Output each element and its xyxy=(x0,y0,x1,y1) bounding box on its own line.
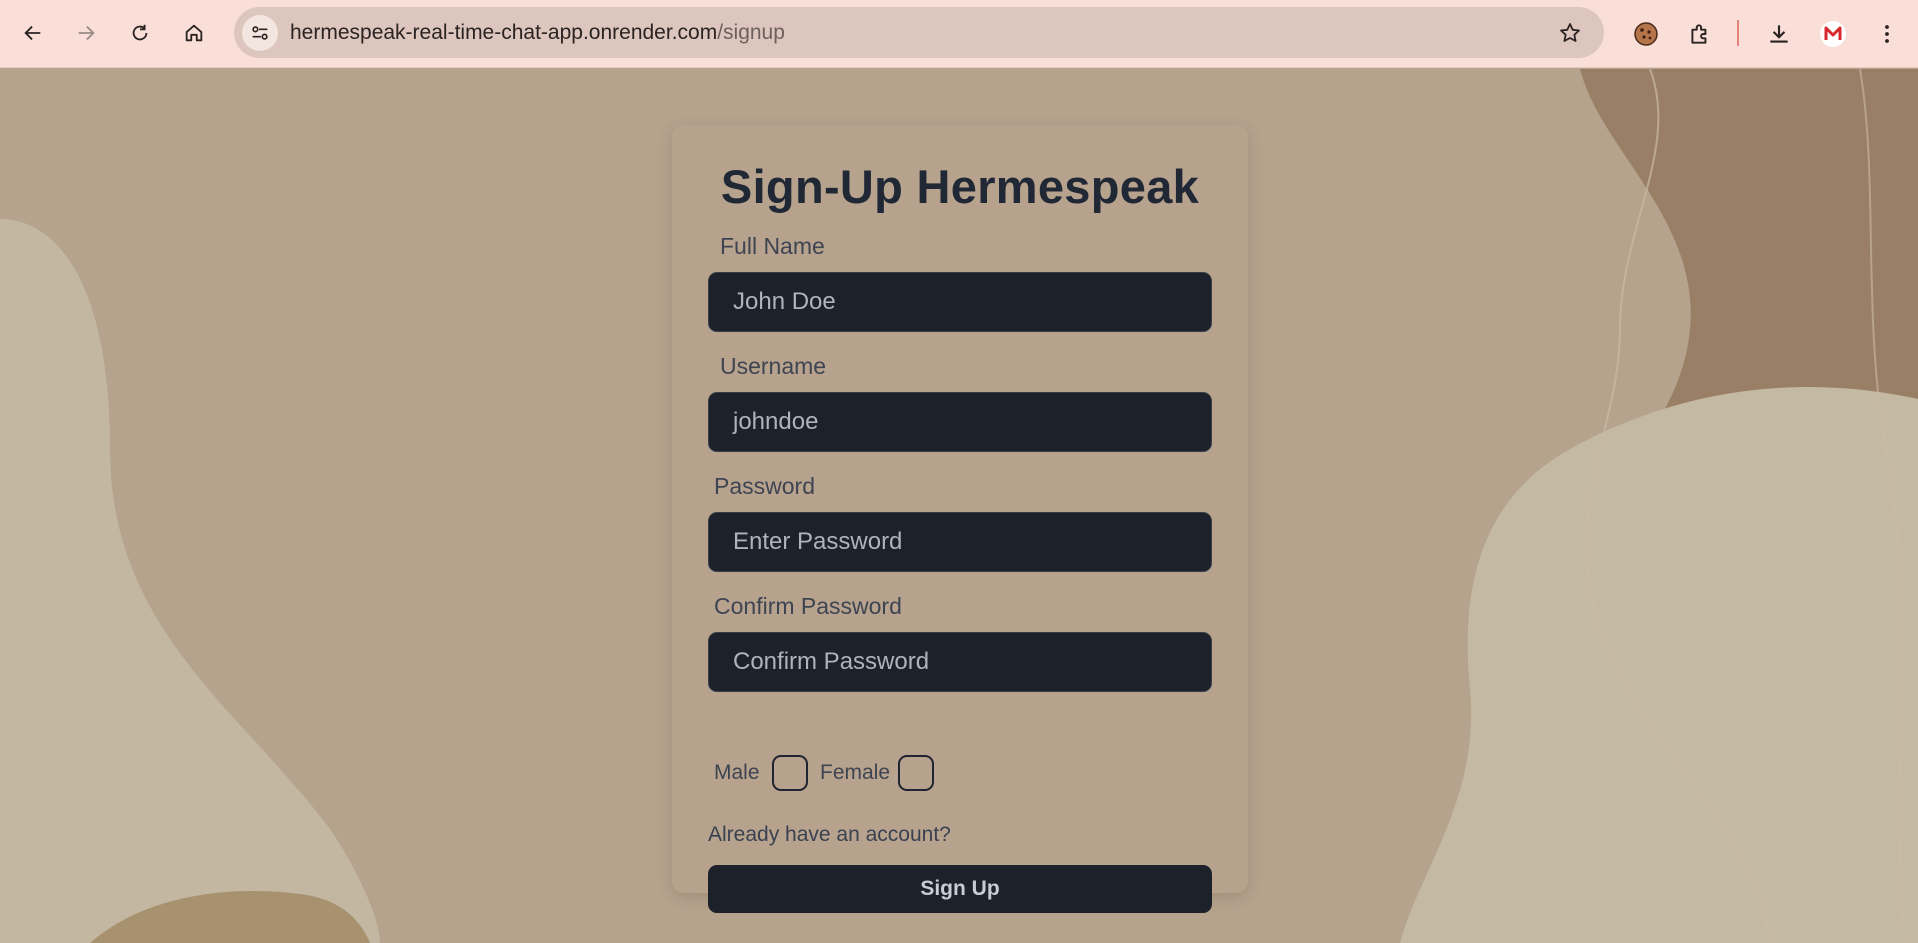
sign-up-button[interactable]: Sign Up xyxy=(708,865,1212,913)
menu-kebab-icon xyxy=(1885,25,1889,43)
home-icon xyxy=(185,24,203,42)
page-title: Sign-Up Hermespeak xyxy=(720,160,1200,213)
male-label: Male xyxy=(714,761,760,784)
url-host: hermespeak-real-time-chat-app.onrender.c… xyxy=(290,21,718,44)
username-input[interactable]: johndoe xyxy=(708,392,1212,452)
download-icon xyxy=(1770,25,1788,43)
female-label: Female xyxy=(820,761,891,784)
site-info-button[interactable] xyxy=(242,15,278,51)
password-label: Password xyxy=(714,473,815,499)
forward-icon xyxy=(78,25,95,41)
confirm-password-placeholder: Confirm Password xyxy=(733,648,930,675)
profile-m-icon xyxy=(1820,21,1846,47)
cookie-extension-button[interactable] xyxy=(1626,14,1666,54)
male-checkbox[interactable] xyxy=(772,755,808,791)
url-path: /signup xyxy=(717,21,785,44)
full-name-label: Full Name xyxy=(720,233,825,259)
reload-button[interactable] xyxy=(121,14,159,52)
password-input[interactable]: Enter Password xyxy=(708,512,1212,572)
extensions-puzzle-icon xyxy=(1691,24,1707,44)
bookmark-star-icon xyxy=(1560,23,1580,42)
page-viewport: Sign-Up Hermespeak Full Name John Doe Us… xyxy=(0,69,1918,943)
confirm-password-label: Confirm Password xyxy=(714,593,902,619)
female-checkbox[interactable] xyxy=(898,755,934,791)
back-button[interactable] xyxy=(14,14,52,52)
site-info-icon xyxy=(252,26,268,40)
bookmark-button[interactable] xyxy=(1556,19,1584,47)
full-name-input[interactable]: John Doe xyxy=(708,272,1212,332)
confirm-password-input[interactable]: Confirm Password xyxy=(708,632,1212,692)
forward-button[interactable] xyxy=(67,14,105,52)
cookie-extension-icon xyxy=(1634,22,1658,46)
address-bar[interactable]: hermespeak-real-time-chat-app.onrender.c… xyxy=(234,7,1604,58)
url-text[interactable]: hermespeak-real-time-chat-app.onrender.c… xyxy=(290,21,785,45)
downloads-button[interactable] xyxy=(1759,14,1799,54)
back-icon xyxy=(24,25,41,41)
signup-card: Sign-Up Hermespeak Full Name John Doe Us… xyxy=(672,125,1248,913)
browser-toolbar: hermespeak-real-time-chat-app.onrender.c… xyxy=(0,0,1918,68)
home-button[interactable] xyxy=(175,14,213,52)
username-label: Username xyxy=(720,353,827,379)
browser-menu-button[interactable] xyxy=(1867,14,1907,54)
reload-icon xyxy=(132,24,148,41)
toolbar-divider xyxy=(1737,20,1739,46)
login-link[interactable]: Already have an account? xyxy=(708,823,951,847)
profile-button[interactable] xyxy=(1813,14,1853,54)
username-placeholder: johndoe xyxy=(733,408,819,435)
password-placeholder: Enter Password xyxy=(733,528,903,555)
full-name-placeholder: John Doe xyxy=(733,288,836,315)
extensions-button[interactable] xyxy=(1680,14,1720,54)
